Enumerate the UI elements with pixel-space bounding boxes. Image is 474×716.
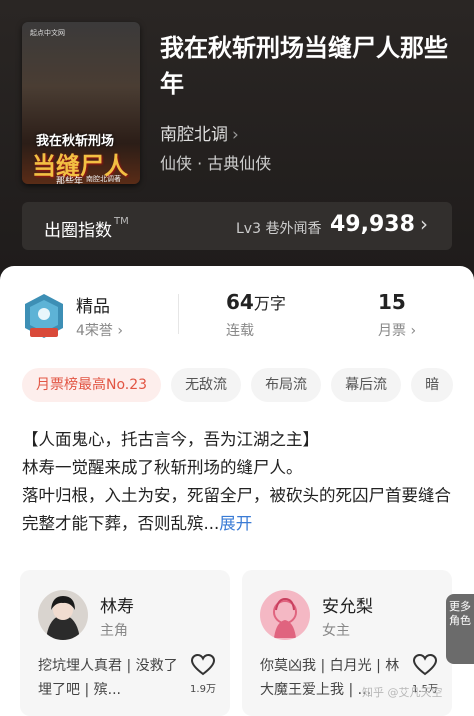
synopsis-line: 林寿一觉醒来成了秋斩刑场的缝尸人。 bbox=[22, 458, 303, 477]
tag-chip[interactable]: 布局流 bbox=[251, 368, 322, 402]
book-detail-panel: 精品 4荣誉 › 64万字 连载 15 月票 › 月票榜最高No.23 无敌流 布局… bbox=[0, 266, 474, 716]
synopsis-line-last: 落叶归根，入土为安，死留全尸，被砍头的死囚尸首要缝合完整才能下葬，否则乱殡...… bbox=[22, 482, 462, 538]
tag-chip[interactable]: 暗 bbox=[411, 368, 454, 402]
word-count-value: 64 bbox=[226, 290, 254, 314]
tag-chip-rank[interactable]: 月票榜最高No.23 bbox=[22, 368, 162, 402]
cover-title-sub: 那些年 bbox=[56, 177, 84, 184]
chevron-right-icon: › bbox=[410, 323, 417, 339]
heart-icon bbox=[413, 654, 437, 676]
expand-link[interactable]: 展开 bbox=[219, 514, 252, 533]
honors-count: 4荣誉 bbox=[76, 323, 113, 339]
character-name: 林寿 bbox=[100, 597, 134, 617]
author-link[interactable]: 南腔北调 › bbox=[160, 120, 239, 145]
character-tags: 挖坑埋人真君 | 没救了埋了吧 | 殡... bbox=[38, 658, 178, 698]
stats-divider bbox=[178, 294, 179, 334]
heart-icon bbox=[191, 654, 215, 676]
character-role: 主角 bbox=[100, 623, 128, 639]
monthly-tickets-link[interactable]: 月票 › bbox=[378, 320, 416, 340]
like-count: 1.9万 bbox=[190, 684, 216, 695]
synopsis-line: 【人面鬼心，托古言今，吾为江湖之主】 bbox=[22, 430, 319, 449]
premium-badge-icon bbox=[25, 294, 63, 338]
word-count: 64万字 bbox=[226, 290, 286, 314]
book-header: 起点中文网 我在秋斩刑场 当缝尸人 那些年 南腔北调著 我在秋斩刑场当缝尸人那些… bbox=[0, 0, 474, 270]
tag-chip[interactable]: 幕后流 bbox=[331, 368, 402, 402]
author-name: 南腔北调 bbox=[160, 125, 228, 145]
serial-status: 连载 bbox=[226, 323, 254, 339]
premium-label: 精品 bbox=[76, 297, 110, 317]
cover-publisher: 起点中文网 bbox=[30, 29, 65, 37]
book-genre: 仙侠 · 古典仙侠 bbox=[160, 154, 272, 173]
character-name: 安允梨 bbox=[322, 597, 373, 617]
book-cover[interactable]: 起点中文网 我在秋斩刑场 当缝尸人 那些年 南腔北调著 bbox=[22, 22, 140, 184]
character-card[interactable]: 林寿 主角 挖坑埋人真君 | 没救了埋了吧 | 殡... 1.9万 bbox=[20, 570, 230, 716]
character-avatar bbox=[38, 590, 88, 640]
character-role: 女主 bbox=[322, 623, 350, 639]
chevron-right-icon: › bbox=[117, 323, 123, 339]
trademark-mark: TM bbox=[114, 216, 129, 227]
chevron-right-icon: › bbox=[232, 125, 239, 145]
tag-list: 月票榜最高No.23 无敌流 布局流 幕后流暗 bbox=[22, 368, 474, 404]
popularity-index-bar[interactable]: 出圈指数 TM Lv3 巷外闻香 49,938 › bbox=[22, 202, 452, 250]
cover-author: 南腔北调著 bbox=[86, 175, 121, 183]
index-rank: Lv3 巷外闻香 bbox=[236, 221, 322, 237]
index-label: 出圈指数 bbox=[44, 221, 112, 241]
stats-row: 精品 4荣誉 › 64万字 连载 15 月票 › bbox=[0, 284, 474, 348]
index-label-wrap: 出圈指数 TM bbox=[44, 216, 129, 241]
watermark: 知乎 @艾凡天空 bbox=[362, 686, 443, 699]
book-title: 我在秋斩刑场当缝尸人那些年 bbox=[160, 34, 448, 98]
tag-chip[interactable]: 无敌流 bbox=[171, 368, 242, 402]
character-avatar bbox=[260, 590, 310, 640]
like-button[interactable]: 1.9万 bbox=[188, 654, 218, 695]
monthly-tickets-label: 月票 bbox=[378, 323, 406, 339]
monthly-tickets-value: 15 bbox=[378, 290, 406, 314]
word-count-unit: 万字 bbox=[253, 294, 286, 313]
chevron-right-icon: › bbox=[420, 212, 428, 236]
index-value: 49,938 bbox=[330, 212, 415, 237]
honors-link[interactable]: 4荣誉 › bbox=[76, 320, 123, 340]
synopsis: 【人面鬼心，托古言今，吾为江湖之主】 林寿一觉醒来成了秋斩刑场的缝尸人。 落叶归… bbox=[22, 426, 462, 538]
more-roles-button[interactable]: 更多角色 bbox=[446, 594, 474, 664]
